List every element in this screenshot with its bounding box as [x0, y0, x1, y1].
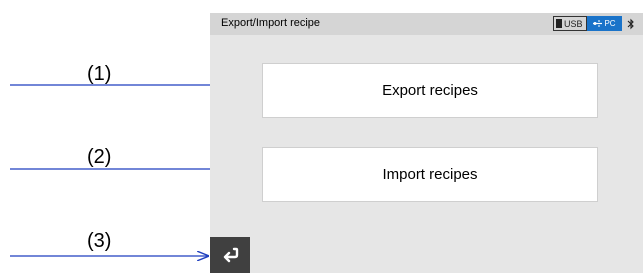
pc-connection-icon	[593, 20, 603, 27]
title-bar: Export/Import recipe USB PC	[210, 13, 643, 35]
usb-status-badge: USB	[553, 16, 587, 31]
callout-label-1: (1)	[87, 63, 112, 85]
back-button[interactable]	[210, 237, 250, 273]
pc-label: PC	[604, 19, 616, 28]
screen-title: Export/Import recipe	[221, 17, 321, 29]
import-recipes-label: Import recipes	[382, 166, 478, 183]
export-recipes-label: Export recipes	[382, 82, 478, 99]
pc-status-badge: PC	[587, 16, 622, 31]
device-screen: Export/Import recipe USB PC Export recip…	[210, 13, 643, 273]
usb-drive-icon	[556, 19, 562, 28]
callout-label-3: (3)	[87, 230, 112, 252]
bluetooth-icon	[626, 16, 636, 31]
export-recipes-button[interactable]: Export recipes	[262, 63, 598, 118]
usb-label: USB	[564, 18, 583, 29]
return-arrow-icon	[223, 247, 239, 263]
callout-label-2: (2)	[87, 146, 112, 168]
import-recipes-button[interactable]: Import recipes	[262, 147, 598, 202]
